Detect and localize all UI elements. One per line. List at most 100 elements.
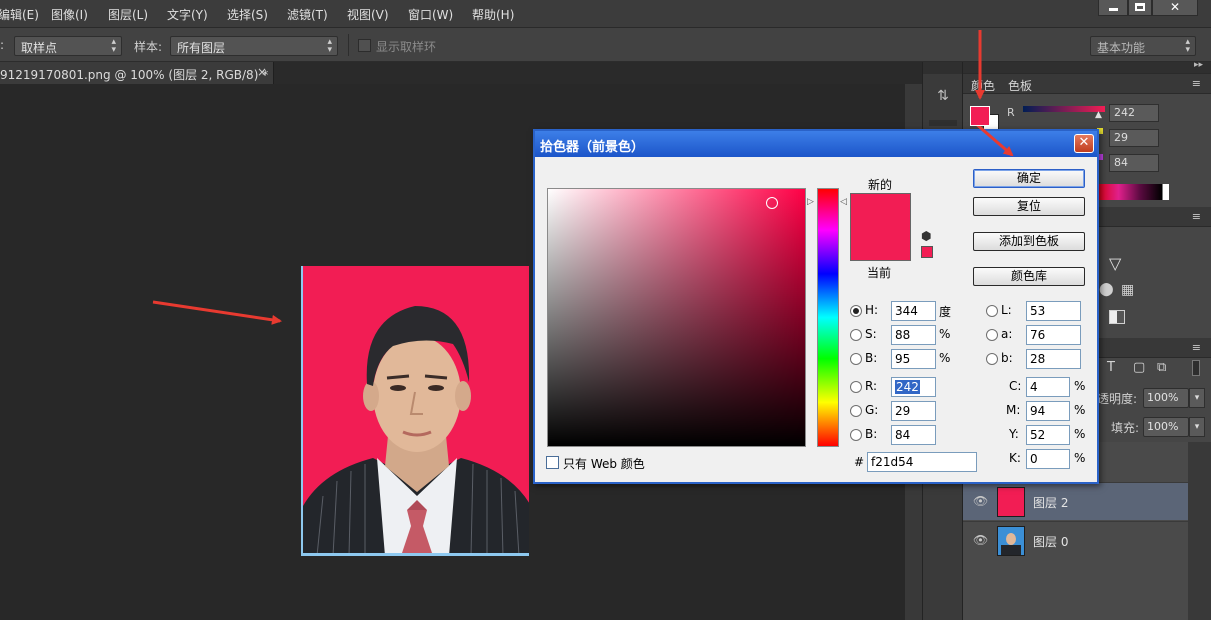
menu-help[interactable]: 帮助(H) [472,6,514,23]
opacity-field[interactable]: 100% [1143,388,1189,408]
web-colors-checkbox[interactable] [546,456,559,469]
lab-b-field[interactable]: 28 [1026,349,1081,369]
menu-select[interactable]: 选择(S) [227,6,268,23]
stepper-icon: ▴ ▾ [327,37,332,55]
opacity-label: 透明度: [1097,392,1138,406]
g-field[interactable]: 29 [891,401,936,421]
s-label: S: [865,327,877,341]
opacity-dropdown-icon[interactable]: ▾ [1189,388,1205,408]
web-colors-label: 只有 Web 颜色 [563,457,645,471]
fill-dropdown-icon[interactable]: ▾ [1189,417,1205,437]
panel-menu-icon[interactable]: ≡ [1192,77,1201,90]
sample-layers-select[interactable]: 所有图层 ▴ ▾ [170,36,338,56]
lab-b-radio[interactable] [986,353,998,365]
foreground-swatch[interactable] [970,106,990,126]
shape-filter-icon[interactable]: ▢ [1133,360,1145,375]
channel-mixer-icon[interactable]: ⬤ [1099,282,1114,297]
tab-swatches[interactable]: 色板 [1008,77,1032,94]
g-value-field[interactable]: 29 [1109,129,1159,147]
color-libraries-button[interactable]: 颜色库 [973,267,1085,286]
l-radio[interactable] [986,305,998,317]
gradient-map-icon[interactable]: ▽ [1109,254,1121,273]
new-current-swatch[interactable] [850,193,911,261]
a-radio[interactable] [986,329,998,341]
k-field[interactable]: 0 [1026,449,1070,469]
b-radio[interactable] [850,353,862,365]
brightness-label: B: [865,351,878,365]
history-icon[interactable]: ⇅ [932,88,954,110]
menu-layer[interactable]: 图层(L) [108,6,148,23]
layer-row-0[interactable]: 👁 图层 0 [963,521,1188,559]
b-value-field[interactable]: 84 [1109,154,1159,172]
r-radio[interactable] [850,381,862,393]
fill-field[interactable]: 100% [1143,417,1189,437]
layers-scrollbar[interactable] [1188,442,1211,620]
r-field[interactable]: 242 [891,377,936,397]
h-radio[interactable] [850,305,862,317]
close-window-button[interactable]: ✕ [1152,0,1198,16]
hue-arrow-right-icon[interactable]: ◁ [840,197,847,207]
menu-filter[interactable]: 滤镜(T) [287,6,328,23]
color-field[interactable] [547,188,806,447]
threshold-icon[interactable] [1109,310,1125,324]
tab-color[interactable]: 颜色 [971,77,995,94]
smart-object-filter-icon[interactable]: ⧉ [1157,360,1166,375]
sample-size-select[interactable]: 取样点 ▴ ▾ [14,36,122,56]
document-tab[interactable]: 91219170801.png @ 100% (图层 2, RGB/8) * × [0,62,274,84]
dialog-close-button[interactable]: ✕ [1074,134,1094,153]
new-color-label: 新的 [868,178,893,192]
brightness-field[interactable]: 95 [891,349,936,369]
eye-icon[interactable]: 👁 [973,533,988,547]
dialog-titlebar[interactable]: 拾色器（前景色） ✕ [535,131,1097,157]
slider-thumb-icon[interactable]: ▲ [1095,110,1102,120]
blue-radio[interactable] [850,429,862,441]
minimize-button[interactable] [1098,0,1128,16]
panel-menu-icon[interactable]: ≡ [1192,210,1201,223]
a-field[interactable]: 76 [1026,325,1081,345]
k-label: K: [1009,451,1021,465]
dialog-title: 拾色器（前景色） [540,140,645,155]
hue-arrow-left-icon[interactable]: ▷ [807,197,814,207]
out-of-gamut-cube-icon[interactable]: ⬢ [921,229,931,243]
color-lookup-icon[interactable]: ▦ [1121,282,1134,298]
id-photo [301,266,529,556]
reset-button[interactable]: 复位 [973,197,1085,216]
hex-field[interactable]: f21d54 [867,452,977,472]
web-safe-swatch[interactable] [921,246,933,258]
type-filter-icon[interactable]: T [1107,360,1115,375]
s-radio[interactable] [850,329,862,341]
hue-slider[interactable] [817,188,839,447]
document-tab-strip: 91219170801.png @ 100% (图层 2, RGB/8) * × [0,62,922,84]
ok-button[interactable]: 确定 [973,169,1085,188]
c-field[interactable]: 4 [1026,377,1070,397]
r-slider[interactable] [1023,106,1105,112]
color-field-cursor[interactable] [766,197,778,209]
menu-image[interactable]: 图像(I) [51,6,88,23]
g-radio[interactable] [850,405,862,417]
menu-edit[interactable]: 编辑(E) [0,6,39,23]
color-ramp[interactable] [1097,184,1169,200]
y-unit: % [1074,427,1086,441]
menu-view[interactable]: 视图(V) [347,6,389,23]
show-ring-checkbox[interactable] [358,39,371,52]
collapse-icon[interactable]: ▸▸ [1194,60,1203,70]
layer-row-2[interactable]: 👁 图层 2 [963,482,1188,520]
menu-bar: 编辑(E) 图像(I) 图层(L) 文字(Y) 选择(S) 滤镜(T) 视图(V… [0,0,1211,28]
menu-window[interactable]: 窗口(W) [408,6,453,23]
y-field[interactable]: 52 [1026,425,1070,445]
menu-type[interactable]: 文字(Y) [167,6,208,23]
h-field[interactable]: 344 [891,301,936,321]
m-field[interactable]: 94 [1026,401,1070,421]
workspace-select[interactable]: 基本功能 ▴ ▾ [1090,36,1196,56]
panel-menu-icon[interactable]: ≡ [1192,341,1201,354]
close-tab-icon[interactable]: × [257,65,267,79]
maximize-button[interactable] [1128,0,1152,16]
s-field[interactable]: 88 [891,325,936,345]
l-field[interactable]: 53 [1026,301,1081,321]
eye-icon[interactable]: 👁 [973,494,988,508]
r-value-field[interactable]: 242 [1109,104,1159,122]
blue-field[interactable]: 84 [891,425,936,445]
filter-toggle[interactable] [1192,360,1200,376]
add-to-swatches-button[interactable]: 添加到色板 [973,232,1085,251]
stepper-icon: ▴ ▾ [111,37,116,55]
